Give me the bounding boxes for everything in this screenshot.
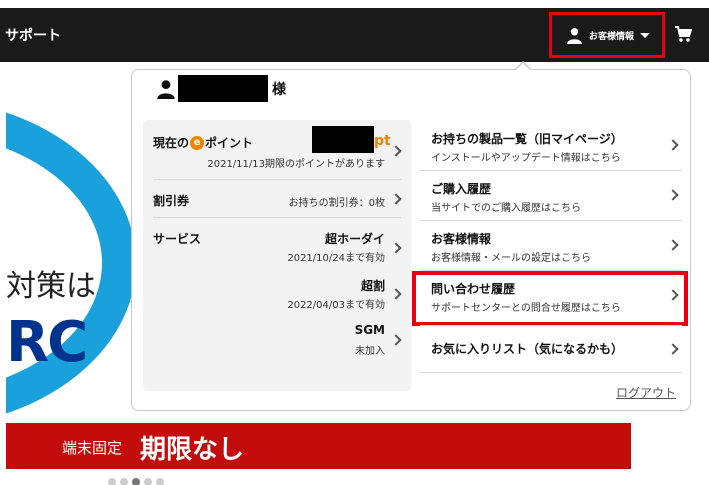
menu-item-inquiry-history[interactable]: 問い合わせ履歴 サポートセンターとの問合せ履歴はこちら [412,270,688,326]
banner-logo: RC [6,310,88,375]
carousel-dot[interactable] [144,478,152,485]
panel-pointer-fill [516,63,530,70]
menu-item-subtitle: インストールやアップデート情報はこちら [431,153,621,164]
points-label: 現在の e ポイント [153,134,253,151]
redacted-user-name [178,75,268,102]
honorific-label: 様 [272,81,286,98]
top-navigation-bar: サポート お客様情報 [0,8,709,62]
carousel-dot-active[interactable] [132,478,140,485]
menu-item-title: ご購入履歴 [431,182,492,196]
banner-red-small-text: 端末固定 [62,439,123,457]
menu-item-customer-info[interactable]: お客様情報 お客様情報・メールの設定はこちら [420,220,682,270]
menu-item-subtitle: サポートセンターとの問合せ履歴はこちら [431,303,621,314]
page: サポート お客様情報 対策は RC 端末固定 期限なし 様 現在の e ポイント… [0,0,709,485]
account-menu-label: お客様情報 [589,31,635,42]
menu-item-products[interactable]: お持ちの製品一覧（旧マイページ） インストールやアップデート情報はこちら [420,120,682,170]
chevron-right-icon [667,239,679,251]
chevron-right-icon [667,139,679,151]
menu-item-title: 問い合わせ履歴 [431,282,516,296]
service-name: 超ホーダイ [324,232,385,246]
service-row-chowari[interactable]: 超割 2022/04/03まで有効 [143,270,411,316]
service-name: 超割 [360,279,385,293]
points-label-prefix: 現在の [153,136,190,150]
chevron-down-icon [640,32,651,38]
service-row-sgm[interactable]: SGM 未加入 [143,316,411,362]
chevron-right-icon [390,145,402,157]
service-row-chohodai[interactable]: 超ホーダイ 2021/10/24まで有効 [143,224,411,270]
carousel-dot[interactable] [108,478,116,485]
account-dropdown-panel: 様 現在の e ポイント pt 2021/11/13期限のポイントがあります 割… [131,63,691,411]
coupon-count: お持ちの割引券：0枚 [288,198,385,209]
service-detail: 2022/04/03まで有効 [287,300,385,311]
user-icon [157,79,175,99]
service-detail: 2021/10/24まで有効 [287,253,385,264]
chevron-right-icon [390,334,402,346]
redacted-points-value [312,126,374,153]
menu-item-purchase-history[interactable]: ご購入履歴 当サイトでのご購入履歴はこちら [420,170,682,220]
menu-item-favorites[interactable]: お気に入りリスト（気になるかも） [420,325,682,370]
carousel-dot[interactable] [156,478,164,485]
service-detail: 未加入 [355,346,385,357]
user-name-row: 様 [156,75,286,102]
points-row[interactable]: 現在の e ポイント pt 2021/11/13期限のポイントがあります [143,120,411,178]
account-menu-button[interactable]: お客様情報 [549,12,665,58]
points-unit: pt [374,133,391,149]
points-label-suffix: ポイント [205,136,254,150]
divider [153,217,401,218]
coupon-label: 割引券 [153,194,190,208]
banner-red-big-text: 期限なし [140,435,245,465]
user-icon [567,27,582,44]
chevron-right-icon [390,242,402,254]
nav-support-link[interactable]: サポート [5,25,61,45]
menu-item-subtitle: 当サイトでのご購入履歴はこちら [431,203,581,214]
chevron-right-icon [667,189,679,201]
carousel-dot[interactable] [120,478,128,485]
account-summary-box: 現在の e ポイント pt 2021/11/13期限のポイントがあります 割引券… [143,120,411,391]
banner-headline: 対策は [6,269,96,304]
menu-item-subtitle: お客様情報・メールの設定はこちら [431,253,591,264]
logout-link[interactable]: ログアウト [616,384,676,401]
e-point-icon: e [190,135,205,150]
coupon-row[interactable]: 割引券 お持ちの割引券：0枚 [143,180,411,216]
chevron-right-icon [390,193,402,205]
carousel-dots [108,478,164,485]
points-expiry-note: 2021/11/13期限のポイントがあります [207,159,385,170]
divider [420,372,682,373]
chevron-right-icon [390,288,402,300]
menu-item-title: お持ちの製品一覧（旧マイページ） [431,132,623,146]
chevron-right-icon [667,343,679,355]
menu-item-title: お気に入りリスト（気になるかも） [431,342,624,356]
cart-icon[interactable] [674,25,692,43]
banner-red-strip: 端末固定 期限なし [6,423,631,469]
service-name: SGM [354,323,385,337]
menu-item-title: お客様情報 [431,232,492,246]
